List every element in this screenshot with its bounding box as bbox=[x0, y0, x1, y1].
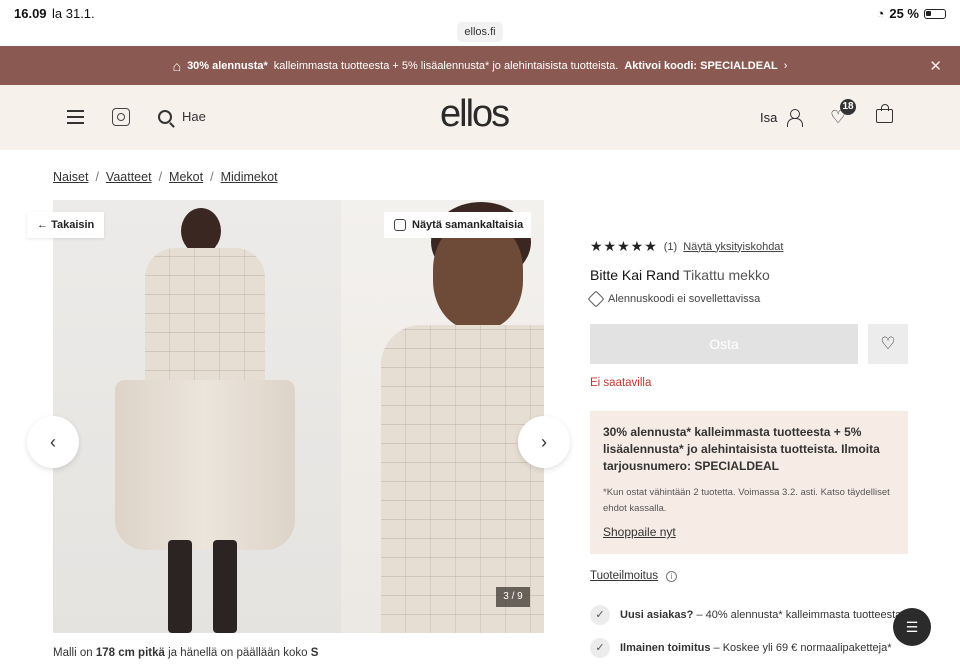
add-to-wishlist-button[interactable]: ♡ bbox=[868, 324, 908, 364]
status-bar: 16.09 la 31.1. ellos.fi ◔ 25 % bbox=[0, 0, 960, 46]
gallery-prev-button[interactable]: ‹ bbox=[27, 416, 79, 468]
model-info: Malli on 178 cm pitkä ja hänellä on pääl… bbox=[53, 647, 318, 659]
search-placeholder: Hae bbox=[182, 109, 206, 124]
offer-box: 30% alennusta* kalleimmasta tuotteesta +… bbox=[590, 411, 908, 554]
chevron-left-icon: ‹ bbox=[50, 432, 56, 452]
product-notice[interactable]: Tuoteilmoitus i bbox=[590, 570, 677, 582]
person-icon bbox=[787, 109, 804, 127]
back-label: Takaisin bbox=[51, 219, 95, 231]
chevron-right-icon: › bbox=[541, 432, 547, 452]
check-icon: ✓ bbox=[590, 605, 610, 625]
site-logo[interactable]: ellos bbox=[440, 93, 510, 136]
breadcrumb-item[interactable]: Vaatteet bbox=[106, 170, 152, 184]
discount-note-text: Alennuskoodi ei sovellettavissa bbox=[608, 293, 761, 305]
chevron-right-icon: › bbox=[783, 59, 788, 72]
tag-off-icon bbox=[587, 290, 605, 308]
close-icon[interactable]: ✕ bbox=[929, 57, 942, 75]
promo-banner[interactable]: ⌂ 30% alennusta* kalleimmasta tuotteesta… bbox=[0, 46, 960, 85]
battery-label: 25 % bbox=[889, 6, 919, 21]
gallery-next-button[interactable]: › bbox=[518, 416, 570, 468]
model-note-text: ja hänellä on päällään koko bbox=[168, 647, 308, 659]
star-rating: ★★★★★ bbox=[590, 238, 658, 254]
breadcrumb-item[interactable]: Naiset bbox=[53, 170, 88, 184]
bag-icon[interactable] bbox=[876, 104, 893, 123]
breadcrumb: Naiset / Vaatteet / Mekot / Midimekot bbox=[53, 170, 278, 184]
search-icon bbox=[158, 109, 172, 124]
account-name: Isa bbox=[760, 110, 778, 125]
usp-title: Ilmainen toimitus bbox=[620, 642, 711, 654]
promo-code-text: Aktivoi koodi: SPECIALDEAL bbox=[624, 59, 778, 72]
product-details: ★★★★★ (1) Näytä yksityiskohdat Bitte Kai… bbox=[587, 238, 908, 308]
buy-row: Osta ♡ bbox=[590, 324, 908, 364]
heart-icon: ♡ bbox=[880, 334, 896, 353]
product-image-front bbox=[341, 200, 544, 633]
usp-text: – Koskee yli 69 € normaalipaketteja* bbox=[713, 642, 892, 654]
menu-icon[interactable] bbox=[67, 110, 84, 128]
image-counter: 3 / 9 bbox=[496, 587, 530, 607]
shop-now-link[interactable]: Shoppaile nyt bbox=[603, 525, 895, 539]
check-icon: ✓ bbox=[590, 638, 610, 658]
offer-fine-print: *Kun ostat vähintään 2 tuotetta. Voimass… bbox=[603, 487, 890, 514]
usp-title: Uusi asiakas? bbox=[620, 609, 694, 621]
show-similar-label: Näytä samankaltaisia bbox=[412, 219, 524, 231]
chat-icon: ☰ bbox=[905, 619, 919, 635]
tag-icon: ⌂ bbox=[172, 57, 182, 74]
account-button[interactable]: Isa bbox=[760, 109, 804, 127]
search-input[interactable]: Hae bbox=[158, 109, 206, 124]
back-button[interactable]: ← Takaisin bbox=[27, 212, 105, 238]
buy-button[interactable]: Osta bbox=[590, 324, 858, 364]
chat-button[interactable]: ☰ bbox=[893, 608, 931, 646]
breadcrumb-item[interactable]: Mekot bbox=[169, 170, 203, 184]
rating-row: ★★★★★ (1) Näytä yksityiskohdat bbox=[590, 238, 908, 255]
battery-icon bbox=[924, 8, 946, 19]
status-right: ◔ 25 % bbox=[876, 6, 946, 21]
promo-bold-text: 30% alennusta* bbox=[187, 59, 268, 72]
arrow-left-icon: ← bbox=[37, 219, 48, 231]
show-details-link[interactable]: Näytä yksityiskohdat bbox=[683, 241, 783, 253]
site-header: Hae ellos Isa ♡ 18 bbox=[0, 85, 960, 150]
address-bar[interactable]: ellos.fi bbox=[457, 22, 503, 42]
product-brand[interactable]: Bitte Kai Rand bbox=[590, 267, 680, 283]
usp-item: ✓ Ilmainen toimitus – Koskee yli 69 € no… bbox=[590, 638, 891, 658]
wishlist-count-badge: 18 bbox=[840, 99, 856, 115]
usp-text: – 40% alennusta* kalleimmasta tuotteesta bbox=[696, 609, 902, 621]
status-time: 16.09 bbox=[14, 6, 47, 21]
show-similar-button[interactable]: Näytä samankaltaisia bbox=[384, 212, 531, 238]
model-size: S bbox=[310, 647, 319, 659]
breadcrumb-item[interactable]: Midimekot bbox=[221, 170, 278, 184]
discount-note: Alennuskoodi ei sovellettavissa bbox=[587, 290, 908, 308]
product-name: Tikattu mekko bbox=[683, 267, 770, 283]
review-count: (1) bbox=[663, 240, 678, 253]
usp-item: ✓ Uusi asiakas? – 40% alennusta* kalleim… bbox=[590, 605, 901, 625]
info-icon: i bbox=[665, 570, 677, 582]
product-notice-label: Tuoteilmoitus bbox=[590, 570, 658, 582]
status-date: la 31.1. bbox=[52, 6, 95, 21]
model-height: 178 cm pitkä bbox=[95, 647, 165, 659]
visual-search-icon[interactable] bbox=[112, 108, 130, 126]
offer-headline: 30% alennusta* kalleimmasta tuotteesta +… bbox=[603, 425, 880, 473]
model-note-text: Malli on bbox=[53, 647, 93, 659]
visual-search-icon bbox=[394, 219, 406, 231]
promo-text: kalleimmasta tuotteesta + 5% lisäalennus… bbox=[273, 59, 619, 72]
product-gallery[interactable] bbox=[53, 200, 544, 633]
product-image-back bbox=[53, 200, 341, 633]
wishlist-button[interactable]: ♡ 18 bbox=[830, 99, 856, 128]
wifi-icon: ◔ bbox=[876, 6, 885, 21]
product-title: Bitte Kai Rand Tikattu mekko bbox=[590, 267, 908, 283]
availability-status: Ei saatavilla bbox=[590, 377, 652, 389]
